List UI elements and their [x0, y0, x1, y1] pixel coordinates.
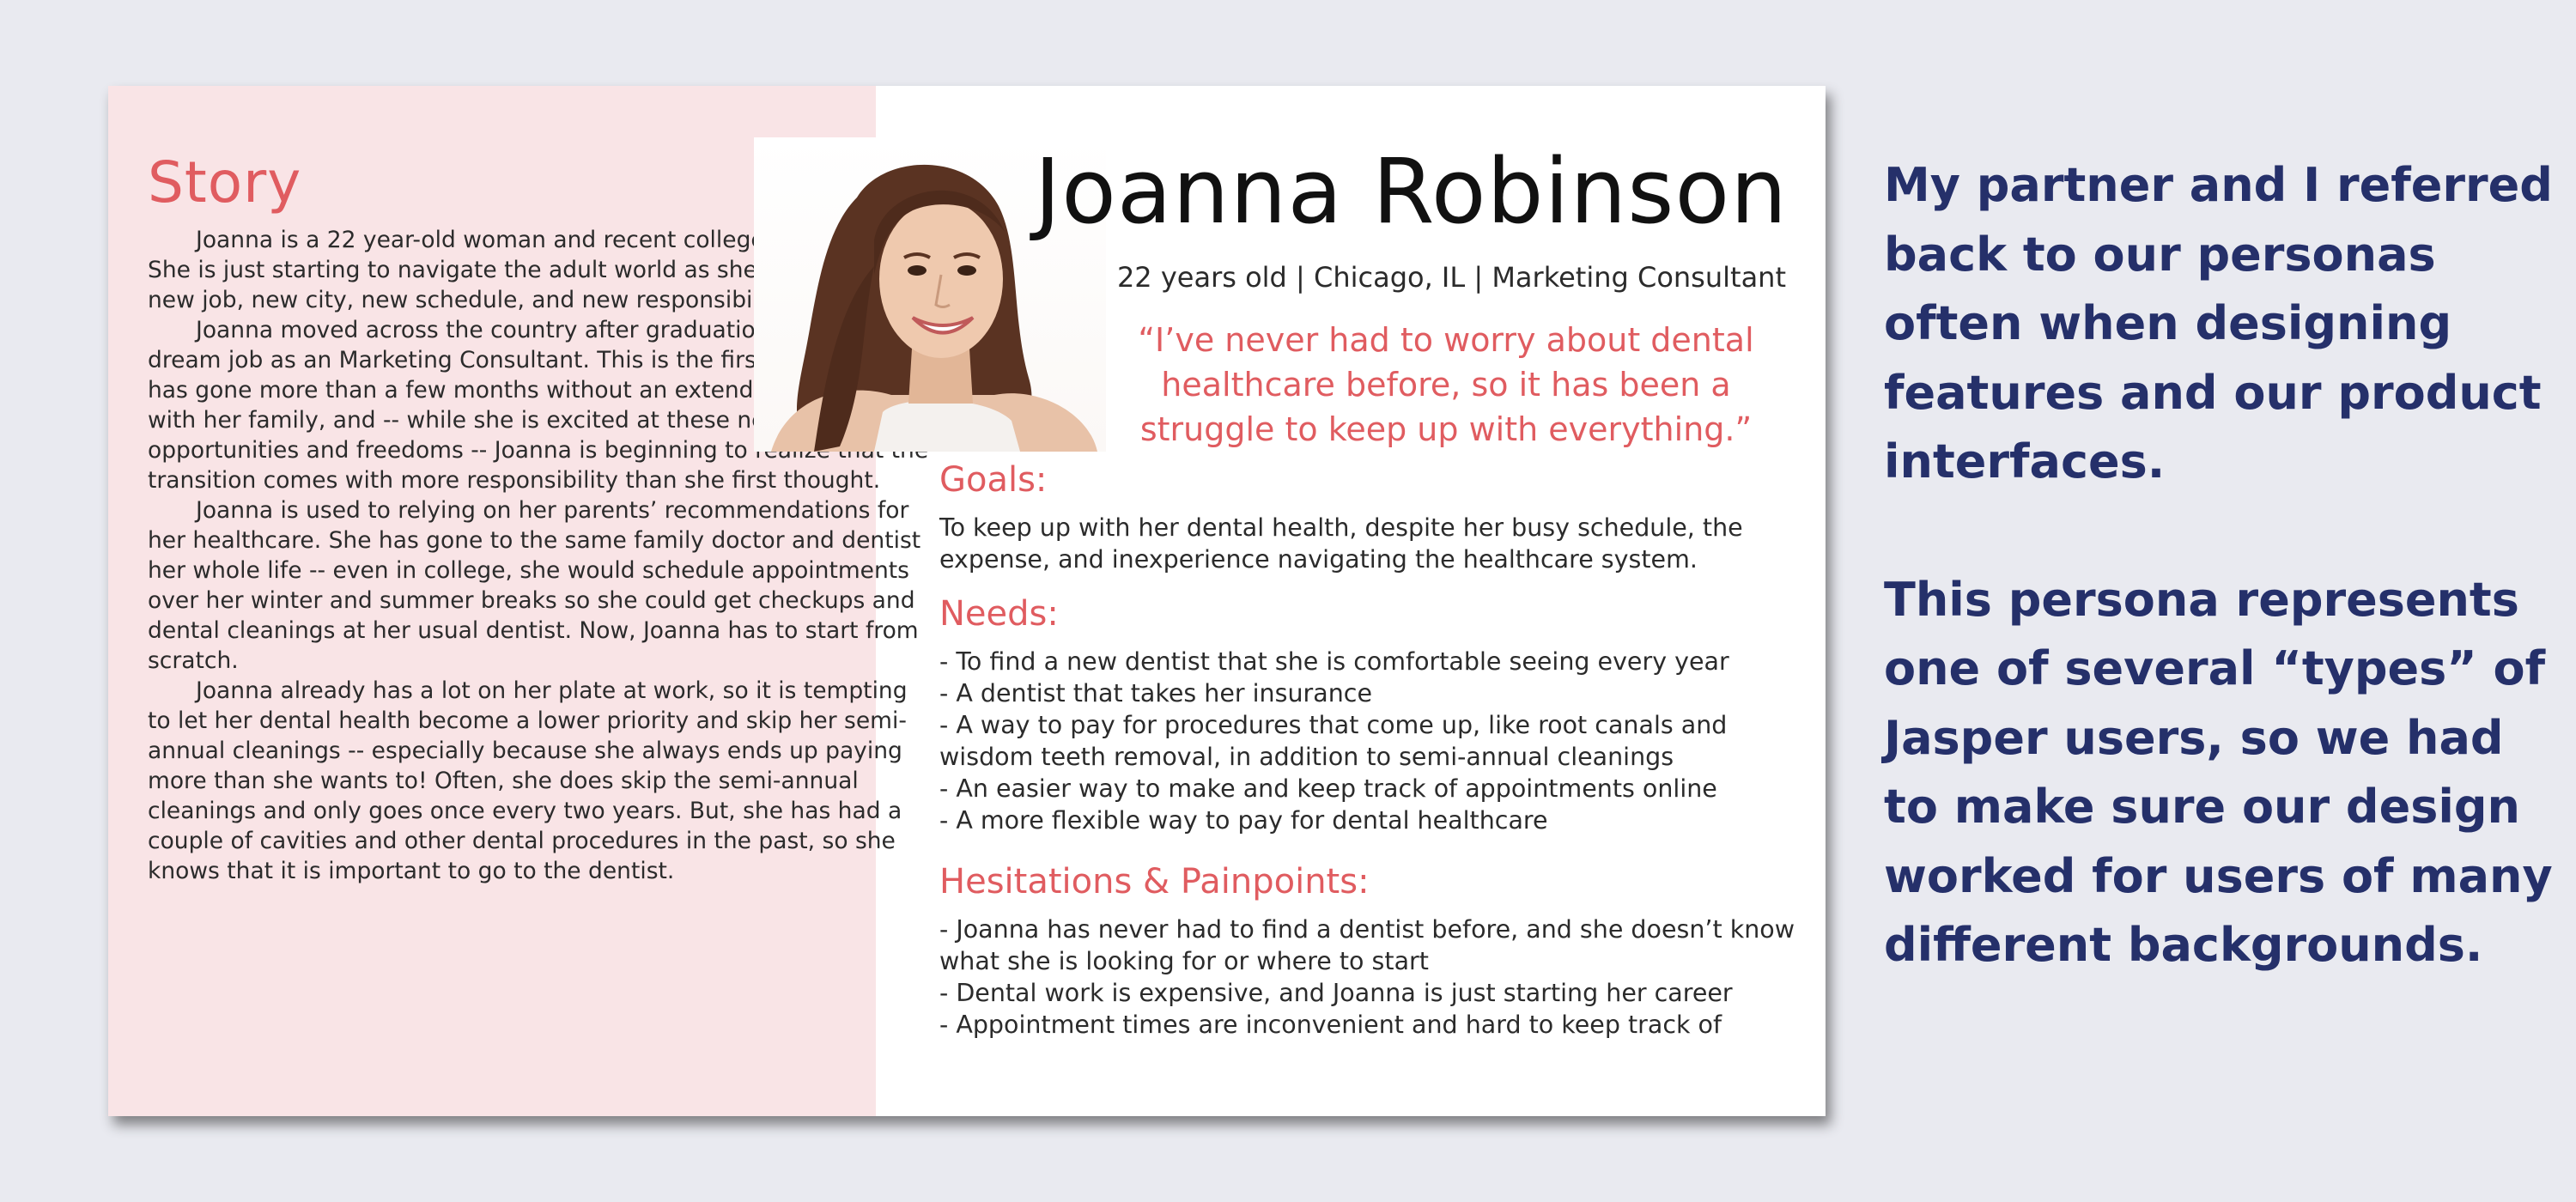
list-item: - Dental work is expensive, and Joanna i…: [939, 979, 1733, 1007]
list-item: - A way to pay for procedures that come …: [939, 711, 1728, 771]
side-note: My partner and I referred back to our pe…: [1884, 151, 2562, 980]
side-note-spacer: [1884, 497, 2562, 566]
list-item: - To find a new dentist that she is comf…: [939, 647, 1729, 676]
side-note-paragraph: My partner and I referred back to our pe…: [1884, 158, 2553, 489]
hesitations-list: - Joanna has never had to find a dentist…: [939, 914, 1807, 1041]
needs-title: Needs:: [939, 594, 1059, 634]
story-title: Story: [148, 149, 302, 216]
persona-name: Joanna Robinson: [1034, 139, 1788, 244]
list-item: - A more flexible way to pay for dental …: [939, 806, 1548, 835]
persona-card: Story Joanna is a 22 year-old woman and …: [108, 86, 1826, 1116]
goals-body: To keep up with her dental health, despi…: [939, 512, 1807, 575]
persona-meta: 22 years old | Chicago, IL | Marketing C…: [1116, 261, 1786, 294]
list-item: - A dentist that takes her insurance: [939, 679, 1372, 707]
goals-text: To keep up with her dental health, despi…: [939, 513, 1743, 574]
hesitations-title: Hesitations & Painpoints:: [939, 862, 1370, 902]
story-paragraph: Joanna is used to relying on her parents…: [148, 497, 921, 674]
goals-title: Goals:: [939, 460, 1048, 500]
side-note-paragraph: This persona represents one of several “…: [1884, 572, 2553, 973]
story-paragraph: Joanna already has a lot on her plate at…: [148, 677, 908, 884]
list-item: - Joanna has never had to find a dentist…: [939, 915, 1795, 975]
needs-list: - To find a new dentist that she is comf…: [939, 646, 1807, 836]
list-item: - An easier way to make and keep track o…: [939, 774, 1717, 803]
persona-quote: “I’ve never had to worry about dental he…: [1138, 321, 1754, 448]
list-item: - Appointment times are inconvenient and…: [939, 1011, 1722, 1039]
